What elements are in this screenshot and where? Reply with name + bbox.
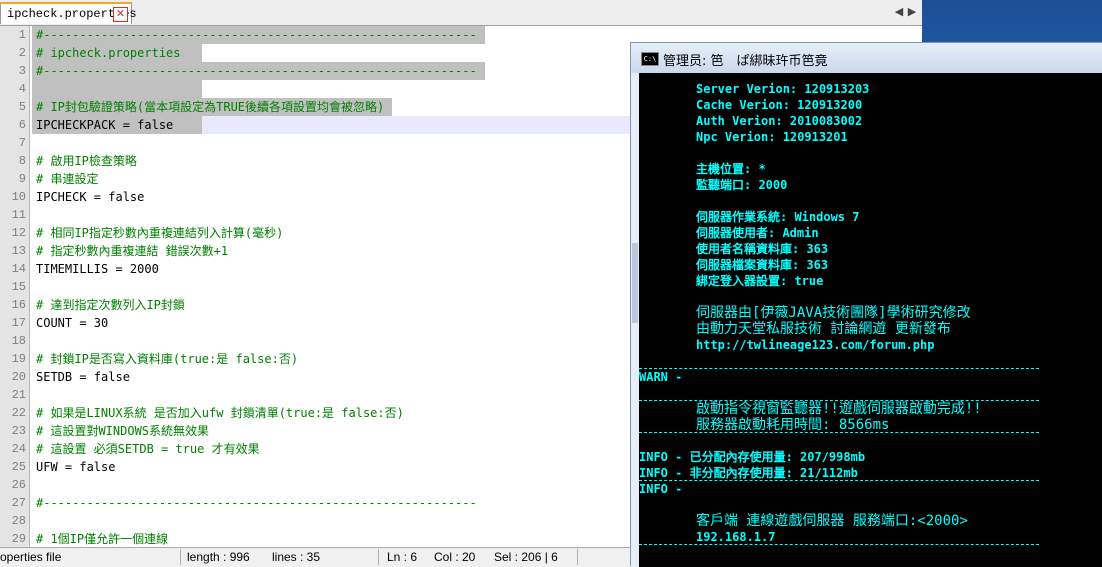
status-lines: lines : 35 [272, 550, 321, 564]
console-line: Npc Verion: 120913201 [696, 130, 848, 144]
line-number: 26 [11, 478, 26, 492]
console-line: WARN - [639, 370, 683, 384]
status-divider [378, 549, 379, 565]
console-line: 監聽端口: 2000 [696, 178, 788, 192]
status-divider [180, 549, 181, 565]
line-number: 20 [11, 370, 26, 384]
line-number: 1 [18, 28, 26, 42]
console-title-bar[interactable]: C:\ 管理员: 笆 ぱ綁昧玝币笆竟 [631, 43, 1102, 73]
console-line: 伺服器由[伊薇JAVA技術團隊]學術研究修改 [696, 305, 971, 321]
code-line-text: # 達到指定次數列入IP封鎖 [36, 298, 185, 312]
tab-bar: ipcheck.properties ✕ ◀ ▶ [0, 0, 922, 26]
line-number: 21 [11, 388, 26, 402]
tab-scroll-left-icon[interactable]: ◀ [893, 4, 905, 20]
status-sel: Sel : 206 | 6 [494, 550, 558, 564]
code-line-text: # 相同IP指定秒數內重複連結列入計算(毫秒) [36, 226, 284, 240]
console-line: 綁定登入器設置: true [696, 274, 824, 288]
console-line: 服務器啟動耗用時間: 8566ms [696, 417, 890, 433]
selection-highlight [32, 80, 202, 98]
code-line-text: #---------------------------------------… [36, 496, 477, 510]
tab-ipcheck-properties[interactable]: ipcheck.properties ✕ [0, 2, 137, 24]
status-divider [577, 549, 578, 565]
line-number: 6 [18, 118, 26, 132]
line-number: 22 [11, 406, 26, 420]
status-col: Col : 20 [434, 550, 476, 564]
console-scrollbar[interactable] [631, 73, 639, 567]
code-line-text: UFW = false [36, 460, 116, 474]
console-window[interactable]: C:\ 管理员: 笆 ぱ綁昧玝币笆竟 Server Verion: 120913… [630, 42, 1102, 567]
line-number: 18 [11, 334, 26, 348]
close-icon[interactable]: ✕ [113, 7, 128, 22]
console-line: 伺服器使用者: Admin [696, 226, 819, 240]
line-number: 4 [18, 82, 26, 96]
console-line: INFO - 非分配內存使用量: 21/112mb [639, 466, 858, 480]
line-number: 17 [11, 316, 26, 330]
code-line-text: # 這設置對WINDOWS系統無效果 [36, 424, 210, 438]
line-number: 2 [18, 46, 26, 60]
line-number: 28 [11, 514, 26, 528]
line-number: 27 [11, 496, 26, 510]
line-number: 23 [11, 424, 26, 438]
line-number: 8 [18, 154, 26, 168]
line-number: 12 [11, 226, 26, 240]
code-line-text: # 如果是LINUX系統 是否加入ufw 封鎖清單(true:是 false:否… [36, 406, 404, 420]
code-line-text: # 啟用IP檢查策略 [36, 154, 137, 168]
line-number: 24 [11, 442, 26, 456]
console-line: http://twlineage123.com/forum.php [696, 338, 935, 352]
code-line-text: TIMEMILLIS = 2000 [36, 262, 159, 276]
console-output: Server Verion: 120913203 Cache Verion: 12… [639, 73, 1102, 567]
line-number: 16 [11, 298, 26, 312]
code-line-text: SETDB = false [36, 370, 130, 384]
status-ln: Ln : 6 [387, 550, 418, 564]
code-line-text: #---------------------------------------… [36, 64, 477, 78]
line-number: 15 [11, 280, 26, 294]
line-number: 10 [11, 190, 26, 204]
code-line-text: # 1個IP僅允許一個連線 [36, 532, 169, 546]
code-line-text: # 串連設定 [36, 172, 99, 186]
console-line: INFO - 已分配內存使用量: 207/998mb [639, 450, 866, 464]
console-line: 由動力天堂私服技術 討論網遊 更新發布 [696, 321, 951, 337]
console-line: Auth Verion: 2010083002 [696, 114, 863, 128]
line-number: 5 [18, 100, 26, 114]
code-line-text: # 封鎖IP是否寫入資料庫(true:是 false:否) [36, 352, 299, 366]
code-line-text: # ipcheck.properties [36, 46, 181, 60]
console-line: Server Verion: 120913203 [696, 82, 870, 96]
code-line-text: # IP封包驗證策略(當本項設定為TRUE後續各項設置均會被忽略) [36, 100, 385, 114]
line-number: 7 [18, 136, 26, 150]
code-line-text: IPCHECK = false [36, 190, 145, 204]
code-line-text: # 指定秒數內重複連結 錯誤次數+1 [36, 244, 229, 258]
console-line: 客戶端 連線遊戲伺服器 服務端口:<2000> [696, 513, 968, 529]
code-line-text: COUNT = 30 [36, 316, 109, 330]
scrollbar-thumb[interactable] [632, 243, 638, 323]
code-line-text: IPCHECKPACK = false [36, 118, 174, 132]
console-line: Cache Verion: 120913200 [696, 98, 863, 112]
line-number: 9 [18, 172, 26, 186]
console-line: 使用者名稱資料庫: 363 [696, 242, 829, 256]
code-line-text: #---------------------------------------… [36, 28, 477, 42]
line-number-gutter: 1 2 3 4 5 6 7 8 9 10 11 12 13 14 15 16 17 18 19 20 21 22 23 24 2… [0, 26, 30, 547]
tab-scroll-right-icon[interactable]: ▶ [906, 4, 918, 20]
line-number: 19 [11, 352, 26, 366]
line-number: 3 [18, 64, 26, 78]
console-line: 伺服器作業系統: Windows 7 [696, 210, 860, 224]
console-line: 啟動指令視窗監聽器!!遊戲伺服器啟動完成!! [696, 401, 982, 417]
line-number: 13 [11, 244, 26, 258]
line-number: 29 [11, 532, 26, 546]
status-length: length : 996 [187, 550, 250, 564]
console-line: 主機位置: * [696, 162, 766, 176]
line-number: 14 [11, 262, 26, 276]
divider-rule [639, 368, 1039, 369]
code-line-text: # 這設置 必須SETDB = true 才有效果 [36, 442, 260, 456]
console-line: 192.168.1.7 [696, 530, 776, 544]
console-line: 伺服器檔案資料庫: 363 [696, 258, 829, 272]
console-icon: C:\ [641, 52, 659, 66]
status-file-type: operties file [0, 550, 62, 564]
line-number: 11 [11, 208, 26, 222]
console-line: INFO - [639, 482, 683, 496]
console-title: 管理员: 笆 ぱ綁昧玝币笆竟 [663, 54, 828, 69]
line-number: 25 [11, 460, 26, 474]
